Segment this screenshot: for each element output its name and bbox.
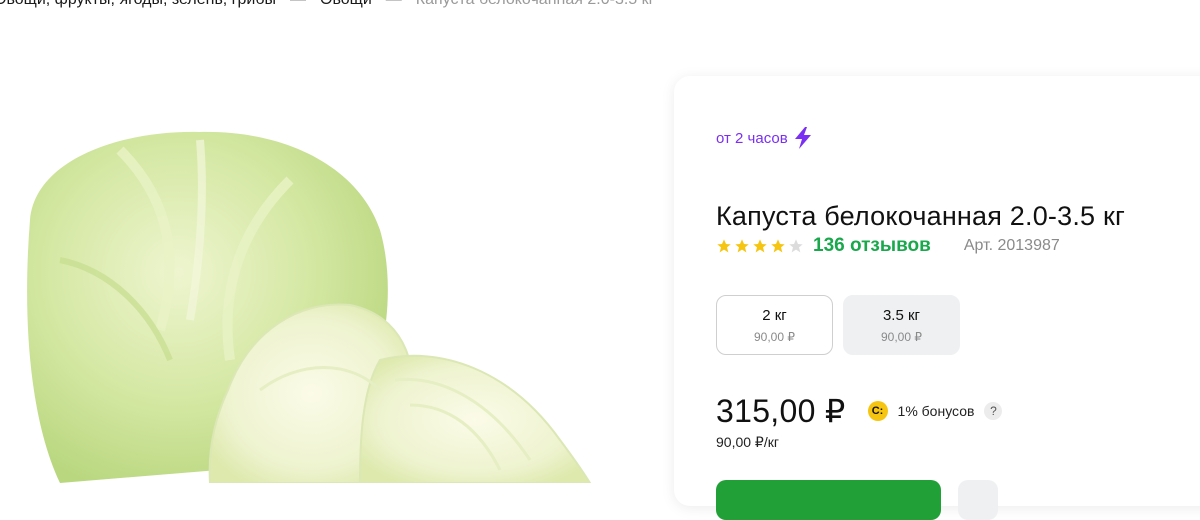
breadcrumb: Овощи, фрукты, ягоды, зелень, грибы — Ов…: [0, 0, 654, 9]
help-icon[interactable]: ?: [984, 402, 1003, 420]
breadcrumb-item-category[interactable]: Овощи, фрукты, ягоды, зелень, грибы: [0, 0, 276, 9]
bonus-icon: С:: [867, 401, 888, 421]
star-filled-icon: [771, 239, 785, 253]
bonus-label: 1% бонусов: [897, 403, 975, 419]
breadcrumb-item-current: Капуста белокочанная 2.0-3.5 кг: [416, 0, 655, 9]
breadcrumb-separator: —: [386, 0, 402, 9]
rating-row: 136 отзывов Арт. 2013987: [716, 235, 1060, 257]
reviews-link[interactable]: 136 отзывов: [813, 235, 931, 257]
article-number: Арт. 2013987: [963, 237, 1060, 254]
weight-variants: 2 кг 90,00 ₽ 3.5 кг 90,00 ₽: [716, 295, 960, 355]
variant-weight: 2 кг: [762, 306, 787, 324]
breadcrumb-separator: —: [290, 0, 306, 9]
variant-weight: 3.5 кг: [882, 306, 921, 324]
favorite-button[interactable]: [958, 480, 998, 520]
variant-option-2kg[interactable]: 2 кг 90,00 ₽: [716, 295, 833, 355]
variant-price: 90,00 ₽: [881, 329, 922, 344]
product-price: 315,00 ₽: [716, 393, 846, 429]
delivery-time: от 2 часов: [716, 127, 812, 149]
breadcrumb-item-vegetables[interactable]: Овощи: [320, 0, 372, 9]
product-info-card: от 2 часов Капуста белокочанная 2.0-3.5 …: [674, 76, 1200, 520]
product-title: Капуста белокочанная 2.0-3.5 кг: [716, 201, 1125, 232]
cabbage-image: [27, 131, 592, 484]
product-image[interactable]: [0, 60, 640, 484]
star-filled-icon: [753, 239, 767, 253]
delivery-time-label: от 2 часов: [716, 129, 788, 147]
rating-stars[interactable]: [716, 238, 804, 254]
variant-option-3-5kg[interactable]: 3.5 кг 90,00 ₽: [843, 295, 960, 355]
unit-price: 90,00 ₽/кг: [716, 434, 779, 450]
star-filled-icon: [717, 239, 731, 253]
variant-price: 90,00 ₽: [754, 329, 795, 344]
star-empty-icon: [789, 239, 803, 253]
star-filled-icon: [735, 239, 749, 253]
add-to-cart-button[interactable]: [716, 480, 941, 520]
price-row: 315,00 ₽ С: 1% бонусов ?: [716, 392, 1003, 430]
lightning-icon: [794, 127, 811, 149]
